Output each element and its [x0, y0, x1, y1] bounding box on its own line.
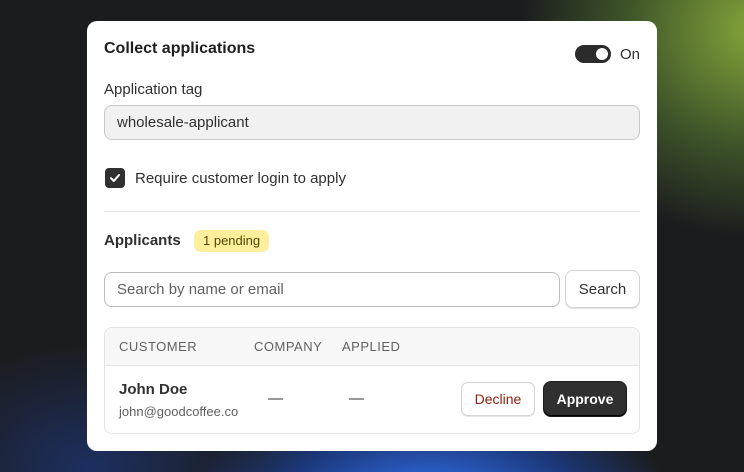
- customer-email: john@goodcoffee.co: [119, 404, 239, 419]
- section-title: Collect applications: [104, 40, 256, 57]
- applied-value: —: [349, 390, 364, 407]
- require-login-checkbox[interactable]: [105, 168, 125, 188]
- search-button[interactable]: Search: [565, 270, 640, 308]
- toggle-state-label: On: [619, 45, 640, 63]
- checkmark-icon: [110, 174, 120, 182]
- company-value: —: [268, 390, 283, 407]
- applicants-table: CUSTOMER COMPANY APPLIED John Doe john@g…: [104, 327, 640, 434]
- require-login-row: Require customer login to apply: [105, 168, 346, 188]
- column-header-applied: APPLIED: [342, 339, 401, 354]
- column-header-company: COMPANY: [254, 339, 323, 354]
- section-divider: [104, 211, 640, 212]
- pending-badge: 1 pending: [194, 230, 270, 252]
- collect-applications-card: Collect applications On Application tag …: [87, 21, 657, 451]
- table-row: John Doe john@goodcoffee.co — — Decline …: [105, 366, 639, 433]
- column-header-customer: CUSTOMER: [119, 339, 198, 354]
- toggle-knob: [595, 48, 608, 60]
- customer-name: John Doe: [119, 381, 188, 398]
- require-login-label: Require customer login to apply: [135, 169, 346, 187]
- collect-toggle-group: On: [574, 45, 640, 63]
- decline-button[interactable]: Decline: [461, 382, 535, 416]
- applicants-heading: Applicants: [104, 232, 181, 249]
- application-tag-label: Application tag: [104, 81, 203, 98]
- applicant-search-input[interactable]: [104, 272, 560, 307]
- collect-applications-toggle[interactable]: [574, 45, 611, 63]
- application-tag-field[interactable]: wholesale-applicant: [104, 105, 640, 140]
- approve-button[interactable]: Approve: [544, 382, 626, 416]
- table-header: CUSTOMER COMPANY APPLIED: [105, 328, 639, 366]
